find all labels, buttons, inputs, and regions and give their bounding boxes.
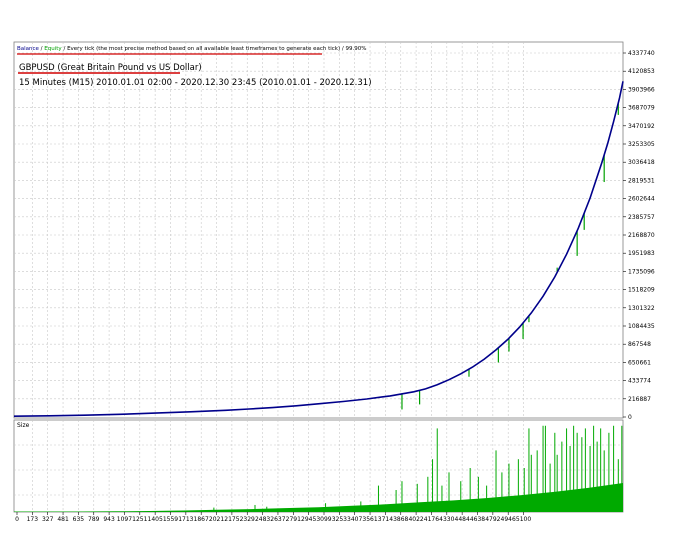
y-tick-label: 2602644 (628, 196, 655, 203)
y-tick-label: 1735096 (628, 268, 655, 275)
x-tick-label: 3561 (362, 516, 377, 523)
size-label: Size (17, 422, 30, 429)
y-tick-label: 3903966 (628, 86, 655, 93)
x-tick-label: 2483 (255, 516, 270, 523)
y-tick-label: 216887 (628, 396, 651, 403)
x-tick-label: 2329 (240, 516, 255, 523)
x-tick-label: 2945 (301, 516, 316, 523)
x-tick-label: 2175 (224, 516, 239, 523)
x-tick-label: 2021 (209, 516, 224, 523)
x-tick-label: 327 (42, 516, 54, 523)
y-tick-label: 4120853 (628, 68, 655, 75)
x-tick-label: 4022 (408, 516, 423, 523)
y-tick-label: 650661 (628, 359, 651, 366)
x-tick-label: 3407 (347, 516, 362, 523)
x-tick-label: 4484 (455, 516, 470, 523)
header-rest: Every tick (the most precise method base… (67, 46, 340, 52)
x-tick-label: 3714 (378, 516, 393, 523)
y-tick-label: 4337740 (628, 50, 655, 57)
y-axis-ticks: 4337740412085339039663687079347019232533… (623, 50, 655, 421)
y-tick-label: 3253305 (628, 141, 655, 148)
y-tick-label: 3470192 (628, 123, 655, 130)
x-tick-label: 1097 (117, 516, 132, 523)
y-tick-label: 1301322 (628, 305, 655, 312)
x-tick-label: 2637 (270, 516, 285, 523)
x-tick-label: 0 (15, 516, 19, 523)
x-tick-label: 1867 (194, 516, 209, 523)
header-quality: 99.90% (346, 46, 367, 52)
x-tick-label: 173 (27, 516, 39, 523)
x-tick-label: 5100 (516, 516, 531, 523)
x-axis-ticks: 0 173 327 481 635 789 943 1097 1251 1405 1559 1713 1… (15, 512, 531, 523)
y-tick-label: 3687079 (628, 105, 655, 112)
y-tick-label: 867548 (628, 341, 651, 348)
x-tick-label: 4638 (470, 516, 485, 523)
y-tick-label: 1951983 (628, 250, 655, 257)
x-tick-label: 1713 (178, 516, 193, 523)
x-tick-label: 943 (103, 516, 115, 523)
chart-subtitle: 15 Minutes (M15) 2010.01.01 02:00 - 2020… (19, 78, 372, 88)
x-tick-label: 4330 (439, 516, 454, 523)
x-tick-label: 4946 (501, 516, 516, 523)
chart-header: Balance / Equity / Every tick (the most … (17, 46, 366, 52)
header-equity: Equity (44, 46, 62, 52)
x-tick-label: 3099 (316, 516, 331, 523)
x-tick-label: 1559 (163, 516, 178, 523)
chart-title: GBPUSD (Great Britain Pound vs US Dollar… (19, 63, 202, 73)
x-tick-label: 635 (73, 516, 85, 523)
y-tick-label: 1084435 (628, 323, 655, 330)
x-tick-label: 1251 (132, 516, 147, 523)
x-tick-label: 3868 (393, 516, 408, 523)
main-plot-frame (13, 41, 624, 419)
y-tick-label: 2168870 (628, 232, 655, 239)
y-tick-label: 3036418 (628, 159, 655, 166)
x-tick-label: 4792 (485, 516, 500, 523)
x-tick-label: 789 (88, 516, 100, 523)
y-tick-label: 433774 (628, 378, 651, 385)
chart: 4337740412085339039663687079347019232533… (13, 41, 655, 523)
y-tick-label: 2385757 (628, 214, 655, 221)
x-tick-label: 1405 (148, 516, 163, 523)
x-tick-label: 2791 (286, 516, 301, 523)
y-tick-label: 2819531 (628, 177, 655, 184)
x-tick-label: 481 (57, 516, 69, 523)
header-balance: Balance (17, 46, 40, 52)
y-tick-label: 1518209 (628, 287, 655, 294)
x-tick-label: 4176 (424, 516, 439, 523)
x-tick-label: 3253 (332, 516, 347, 523)
y-tick-label: 0 (628, 414, 632, 421)
